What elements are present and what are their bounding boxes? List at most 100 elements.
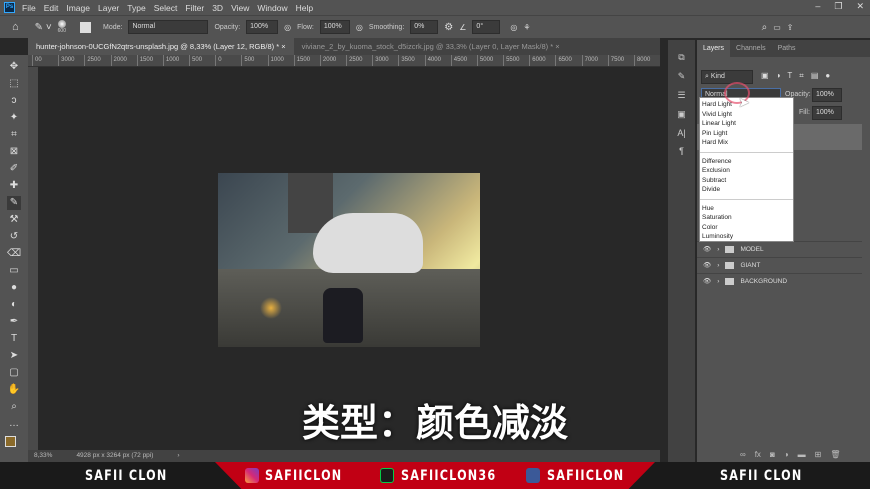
symmetry-icon[interactable]: ⚘ bbox=[523, 23, 530, 32]
pen-tool-icon[interactable]: ✒ bbox=[7, 315, 21, 329]
canvas-image[interactable] bbox=[218, 173, 480, 347]
status-arrow-icon[interactable]: › bbox=[177, 450, 179, 462]
visibility-eye-icon[interactable]: 👁 bbox=[703, 261, 711, 269]
foreground-color[interactable] bbox=[5, 436, 16, 447]
blur-tool-icon[interactable]: ● bbox=[7, 281, 21, 295]
lasso-tool-icon[interactable]: ↄ bbox=[7, 94, 21, 108]
blend-divide[interactable]: Divide bbox=[700, 185, 793, 195]
menu-type[interactable]: Type bbox=[127, 3, 145, 13]
opacity-input[interactable]: 100% bbox=[246, 20, 279, 34]
type-filter-icon[interactable]: T bbox=[787, 71, 792, 81]
menu-file[interactable]: File bbox=[22, 3, 36, 13]
character-panel-icon[interactable]: A| bbox=[677, 128, 685, 138]
libraries-panel-icon[interactable]: ▣ bbox=[677, 109, 686, 120]
visibility-eye-icon[interactable]: 👁 bbox=[703, 277, 711, 285]
brush-panel-icon[interactable]: ✎ bbox=[678, 71, 686, 82]
close-tab-icon[interactable]: × bbox=[555, 42, 559, 51]
minimize-icon[interactable]: – bbox=[815, 1, 820, 12]
shape-tool-icon[interactable]: ▢ bbox=[7, 366, 21, 380]
adjustments-panel-icon[interactable]: ☰ bbox=[677, 90, 685, 101]
home-icon[interactable]: ⌂ bbox=[12, 21, 19, 33]
smoothing-input[interactable]: 0% bbox=[410, 20, 439, 34]
menu-3d[interactable]: 3D bbox=[212, 3, 223, 13]
layer-opacity-input[interactable]: 100% bbox=[812, 88, 842, 102]
color-swatches[interactable] bbox=[5, 436, 23, 454]
close-tab-icon[interactable]: × bbox=[281, 42, 285, 51]
filter-toggle-icon[interactable]: ● bbox=[825, 71, 830, 81]
zoom-tool-icon[interactable]: ⌕ bbox=[7, 400, 21, 414]
expand-chevron-icon[interactable]: › bbox=[717, 262, 719, 269]
angle-input[interactable]: 0° bbox=[472, 20, 501, 34]
stamp-tool-icon[interactable]: ⚒ bbox=[7, 213, 21, 227]
layer-filter-select[interactable]: ⌕ Kind bbox=[701, 70, 753, 84]
pressure-size-icon[interactable]: ◎ bbox=[510, 23, 517, 32]
blend-luminosity[interactable]: Luminosity bbox=[700, 232, 793, 242]
close-icon[interactable]: ✕ bbox=[856, 1, 864, 12]
menu-filter[interactable]: Filter bbox=[185, 3, 204, 13]
path-select-tool-icon[interactable]: ➤ bbox=[7, 349, 21, 363]
fill-input[interactable]: 100% bbox=[812, 106, 842, 120]
brush-settings-icon[interactable] bbox=[80, 21, 91, 33]
adjustment-filter-icon[interactable]: ◑ bbox=[776, 71, 781, 81]
expand-chevron-icon[interactable]: › bbox=[717, 246, 719, 253]
crop-tool-icon[interactable]: ⌗ bbox=[7, 128, 21, 142]
blend-pin-light[interactable]: Pin Light bbox=[700, 129, 793, 139]
eraser-tool-icon[interactable]: ⌫ bbox=[7, 247, 21, 261]
group-icon[interactable]: ▬ bbox=[798, 450, 806, 459]
menu-image[interactable]: Image bbox=[66, 3, 90, 13]
layer-row-giant[interactable]: 👁 › GIANT bbox=[697, 257, 862, 272]
restore-icon[interactable]: ❐ bbox=[834, 1, 842, 12]
healing-tool-icon[interactable]: ✚ bbox=[7, 179, 21, 193]
mask-icon[interactable]: ◙ bbox=[770, 450, 775, 459]
gear-icon[interactable]: ⚙ bbox=[444, 22, 453, 33]
flow-input[interactable]: 100% bbox=[319, 20, 350, 34]
blend-exclusion[interactable]: Exclusion bbox=[700, 166, 793, 176]
brush-size-preset[interactable]: 600 bbox=[58, 20, 66, 34]
pressure-opacity-icon[interactable]: ◎ bbox=[284, 23, 291, 32]
history-brush-icon[interactable]: ↺ bbox=[7, 230, 21, 244]
more-tools-icon[interactable]: … bbox=[7, 417, 21, 431]
move-tool-icon[interactable]: ✥ bbox=[7, 60, 21, 74]
tab-channels[interactable]: Channels bbox=[730, 40, 772, 57]
hand-tool-icon[interactable]: ✋ bbox=[7, 383, 21, 397]
pixel-filter-icon[interactable]: ▣ bbox=[761, 71, 769, 81]
layer-row-model[interactable]: 👁 › MODEL bbox=[697, 241, 862, 256]
tab-viviane[interactable]: viviane_2_by_kuoma_stock_d5izcrk.jpg @ 3… bbox=[294, 38, 568, 55]
tab-hunter-johnson[interactable]: hunter-johnson-0UCGfN2qtrs-unsplash.jpg … bbox=[28, 38, 294, 55]
gradient-tool-icon[interactable]: ▭ bbox=[7, 264, 21, 278]
blend-hue[interactable]: Hue bbox=[700, 204, 793, 214]
search-icon[interactable]: ⌕ bbox=[762, 22, 768, 33]
blend-difference[interactable]: Difference bbox=[700, 157, 793, 167]
smart-object-filter-icon[interactable]: ▤ bbox=[811, 71, 819, 81]
trash-icon[interactable]: 🗑 bbox=[830, 450, 840, 459]
eyedropper-tool-icon[interactable]: ✐ bbox=[7, 162, 21, 176]
brush-tool-icon[interactable]: ✎ bbox=[7, 195, 21, 210]
frame-tool-icon[interactable]: ⊠ bbox=[7, 145, 21, 159]
dodge-tool-icon[interactable]: ◐ bbox=[7, 298, 21, 312]
brush-tool-icon[interactable]: ✎ ˅ bbox=[35, 22, 52, 33]
shape-filter-icon[interactable]: ⌗ bbox=[799, 71, 804, 81]
blend-color[interactable]: Color bbox=[700, 223, 793, 233]
menu-select[interactable]: Select bbox=[154, 3, 178, 13]
menu-edit[interactable]: Edit bbox=[44, 3, 59, 13]
tab-layers[interactable]: Layers bbox=[697, 40, 731, 57]
menu-view[interactable]: View bbox=[231, 3, 249, 13]
new-layer-icon[interactable]: ⊞ bbox=[815, 450, 822, 459]
history-panel-icon[interactable]: ⧉ bbox=[678, 52, 684, 63]
quick-select-tool-icon[interactable]: ✦ bbox=[7, 111, 21, 125]
share-icon[interactable]: ⇪ bbox=[787, 23, 794, 32]
marquee-tool-icon[interactable]: ⬚ bbox=[7, 77, 21, 91]
visibility-eye-icon[interactable]: 👁 bbox=[703, 245, 711, 253]
zoom-level[interactable]: 8,33% bbox=[34, 450, 52, 462]
expand-chevron-icon[interactable]: › bbox=[717, 278, 719, 285]
paragraph-panel-icon[interactable]: ¶ bbox=[679, 146, 684, 156]
layer-row-background[interactable]: 👁 › BACKGROUND bbox=[697, 273, 862, 288]
blend-linear-light[interactable]: Linear Light bbox=[700, 119, 793, 129]
workspace-icon[interactable]: ▭ bbox=[773, 23, 781, 32]
menu-help[interactable]: Help bbox=[296, 3, 313, 13]
fx-icon[interactable]: fx bbox=[755, 450, 761, 459]
blend-hard-mix[interactable]: Hard Mix bbox=[700, 138, 793, 148]
link-icon[interactable]: ∞ bbox=[740, 450, 746, 459]
tab-paths[interactable]: Paths bbox=[772, 40, 802, 57]
menu-window[interactable]: Window bbox=[257, 3, 287, 13]
